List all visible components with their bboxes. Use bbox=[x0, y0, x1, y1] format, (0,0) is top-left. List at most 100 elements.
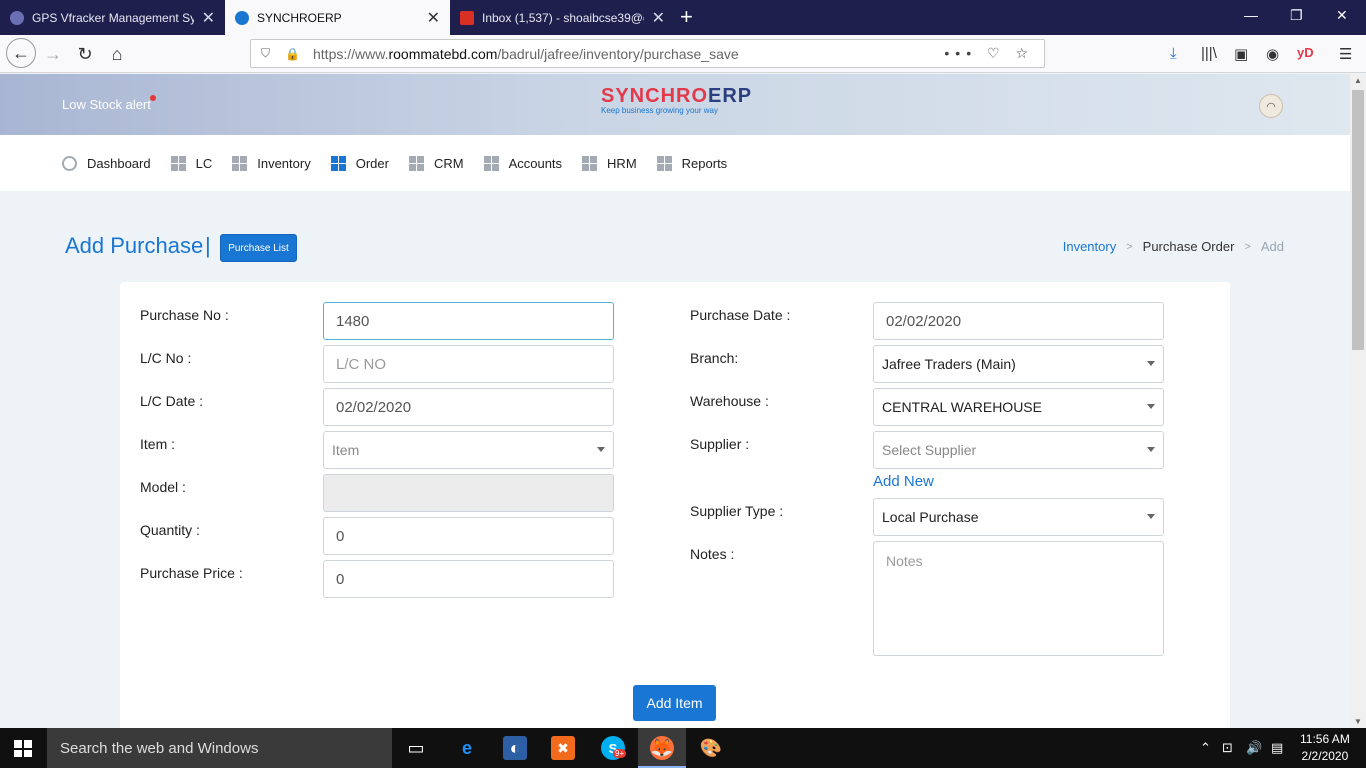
volume-icon[interactable]: 🔊 bbox=[1246, 740, 1262, 756]
close-tab-icon[interactable]: ✕ bbox=[202, 8, 215, 28]
edge-browser-icon[interactable]: e bbox=[455, 736, 479, 760]
profile-badge[interactable]: yD bbox=[1297, 45, 1314, 60]
lc-date-label: L/C Date : bbox=[140, 393, 204, 409]
page-actions[interactable]: ••• ♡ ☆ bbox=[944, 45, 1034, 62]
tab-synchroerp[interactable]: SYNCHROERP ✕ bbox=[225, 0, 450, 35]
low-stock-alert[interactable]: Low Stock alert bbox=[62, 95, 156, 112]
menu-item-inventory[interactable]: Inventory bbox=[232, 155, 311, 171]
reload-icon[interactable]: ↻ bbox=[72, 41, 98, 67]
chevron-up-icon[interactable]: ⌃ bbox=[1200, 740, 1211, 756]
library-icon[interactable]: |||\ bbox=[1201, 45, 1217, 62]
task-view-icon[interactable]: ▭ bbox=[404, 736, 428, 760]
tab-gps-tracker[interactable]: GPS Vfracker Management Syst ✕ bbox=[0, 0, 225, 35]
supplier-type-select-value: Local Purchase bbox=[882, 509, 979, 525]
supplier-type-select[interactable]: Local Purchase bbox=[873, 498, 1164, 536]
user-avatar[interactable]: ◠ bbox=[1259, 94, 1283, 118]
supplier-label: Supplier : bbox=[690, 436, 750, 452]
menu-item-label: Accounts bbox=[508, 155, 563, 171]
tab-title: Inbox (1,537) - shoaibcse39@gr bbox=[482, 10, 644, 25]
purchase-price-input[interactable]: 0 bbox=[323, 560, 614, 598]
add-item-button[interactable]: Add Item bbox=[633, 685, 716, 721]
alert-dot-icon bbox=[149, 95, 156, 101]
scroll-up-icon[interactable]: ▲ bbox=[1354, 76, 1362, 85]
breadcrumb-purchase-order: Purchase Order bbox=[1142, 239, 1235, 254]
notes-textarea[interactable]: Notes bbox=[873, 541, 1164, 656]
menu-item-order[interactable]: Order bbox=[330, 155, 389, 171]
page-title: Add Purchase bbox=[65, 233, 204, 258]
menu-item-lc[interactable]: LC bbox=[170, 155, 213, 171]
quantity-input[interactable]: 0 bbox=[323, 517, 614, 555]
tab-gmail-inbox[interactable]: Inbox (1,537) - shoaibcse39@gr ✕ bbox=[450, 0, 675, 35]
chevron-down-icon bbox=[1147, 361, 1155, 366]
account-icon[interactable]: ◉ bbox=[1266, 45, 1279, 63]
menu-item-label: LC bbox=[195, 155, 213, 171]
menu-item-crm[interactable]: CRM bbox=[408, 155, 464, 171]
tab-title: SYNCHROERP bbox=[257, 10, 342, 25]
app-launcher-icon[interactable]: ◐ bbox=[503, 736, 527, 760]
add-new-supplier-link[interactable]: Add New bbox=[873, 473, 934, 490]
quantity-label: Quantity : bbox=[140, 522, 200, 538]
purchase-no-input[interactable]: 1480 bbox=[323, 302, 614, 340]
breadcrumb-inventory[interactable]: Inventory bbox=[1063, 239, 1116, 254]
sidebar-icon[interactable]: ▣ bbox=[1234, 45, 1248, 63]
menu-item-reports[interactable]: Reports bbox=[656, 155, 727, 171]
scroll-down-icon[interactable]: ▼ bbox=[1354, 717, 1362, 726]
close-tab-icon[interactable]: ✕ bbox=[427, 8, 440, 28]
restore-icon[interactable]: ❐ bbox=[1290, 7, 1303, 24]
purchase-form-card: Purchase No : 1480 L/C No : L/C NO L/C D… bbox=[120, 282, 1230, 742]
grid-icon bbox=[232, 155, 248, 171]
branch-select[interactable]: Jafree Traders (Main) bbox=[873, 345, 1164, 383]
menu-item-label: HRM bbox=[607, 155, 637, 171]
title-separator: | bbox=[205, 233, 211, 258]
page-scrollbar[interactable]: ▲ ▼ bbox=[1350, 74, 1366, 728]
item-select[interactable]: Item bbox=[323, 431, 614, 469]
grid-icon bbox=[656, 155, 672, 171]
supplier-select[interactable]: Select Supplier bbox=[873, 431, 1164, 469]
close-window-icon[interactable]: ✕ bbox=[1336, 7, 1348, 24]
menu-item-dashboard[interactable]: Dashboard bbox=[62, 155, 151, 171]
item-label: Item : bbox=[140, 436, 176, 452]
menu-item-label: Order bbox=[355, 155, 389, 171]
windows-taskbar: Search the web and Windows ▭ e ◐ ✖ S 9+ … bbox=[0, 728, 1366, 768]
lc-date-input[interactable]: 02/02/2020 bbox=[323, 388, 614, 426]
download-icon[interactable]: ⤓ bbox=[1170, 45, 1177, 62]
minimize-icon[interactable]: — bbox=[1244, 7, 1258, 23]
network-icon[interactable]: ⊡ bbox=[1222, 740, 1233, 756]
purchase-date-input[interactable]: 02/02/2020 bbox=[873, 302, 1164, 340]
taskbar-search[interactable]: Search the web and Windows bbox=[47, 728, 392, 768]
low-stock-label: Low Stock alert bbox=[62, 97, 151, 112]
site-favicon-icon bbox=[10, 10, 24, 25]
firefox-icon[interactable]: 🦊 bbox=[650, 736, 674, 760]
scroll-thumb[interactable] bbox=[1352, 90, 1364, 350]
gmail-icon bbox=[460, 10, 474, 25]
home-icon[interactable]: ⌂ bbox=[104, 41, 130, 67]
back-icon[interactable]: ← bbox=[6, 38, 36, 68]
menu-item-accounts[interactable]: Accounts bbox=[483, 155, 563, 171]
new-tab-button[interactable]: + bbox=[680, 4, 693, 30]
model-input bbox=[323, 474, 614, 512]
taskbar-clock[interactable]: 11:56 AM 2/2/2020 bbox=[1300, 731, 1350, 765]
supplier-type-label: Supplier Type : bbox=[690, 503, 784, 519]
shield-icon[interactable]: ⛉ bbox=[261, 46, 275, 61]
close-tab-icon[interactable]: ✕ bbox=[652, 8, 665, 28]
chevron-right-icon: > bbox=[1244, 240, 1251, 253]
lc-no-input[interactable]: L/C NO bbox=[323, 345, 614, 383]
logo-synchro-text: SYNCHRO bbox=[601, 85, 709, 107]
warehouse-select[interactable]: CENTRAL WAREHOUSE bbox=[873, 388, 1164, 426]
supplier-select-value: Select Supplier bbox=[882, 442, 977, 458]
url-bar[interactable]: ⛉ 🔒 https://www.roommatebd.com/badrul/ja… bbox=[250, 39, 1045, 68]
forward-icon[interactable]: → bbox=[40, 41, 66, 67]
lock-icon[interactable]: 🔒 bbox=[285, 47, 300, 61]
windows-start-icon[interactable] bbox=[14, 740, 32, 757]
breadcrumb: Inventory > Purchase Order > Add bbox=[1063, 239, 1284, 254]
menu-icon[interactable]: ☰ bbox=[1339, 45, 1352, 63]
menu-item-hrm[interactable]: HRM bbox=[582, 155, 637, 171]
chevron-right-icon: > bbox=[1126, 240, 1133, 253]
notifications-icon[interactable]: ▤ bbox=[1271, 740, 1283, 756]
xampp-icon[interactable]: ✖ bbox=[551, 736, 575, 760]
paint-icon[interactable]: 🎨 bbox=[699, 736, 723, 760]
branch-label: Branch: bbox=[690, 350, 739, 366]
synchro-erp-logo[interactable]: SYNCHROERP Keep business growing your wa… bbox=[601, 85, 752, 115]
purchase-list-button[interactable]: Purchase List bbox=[220, 234, 297, 262]
warehouse-label: Warehouse : bbox=[690, 393, 769, 409]
